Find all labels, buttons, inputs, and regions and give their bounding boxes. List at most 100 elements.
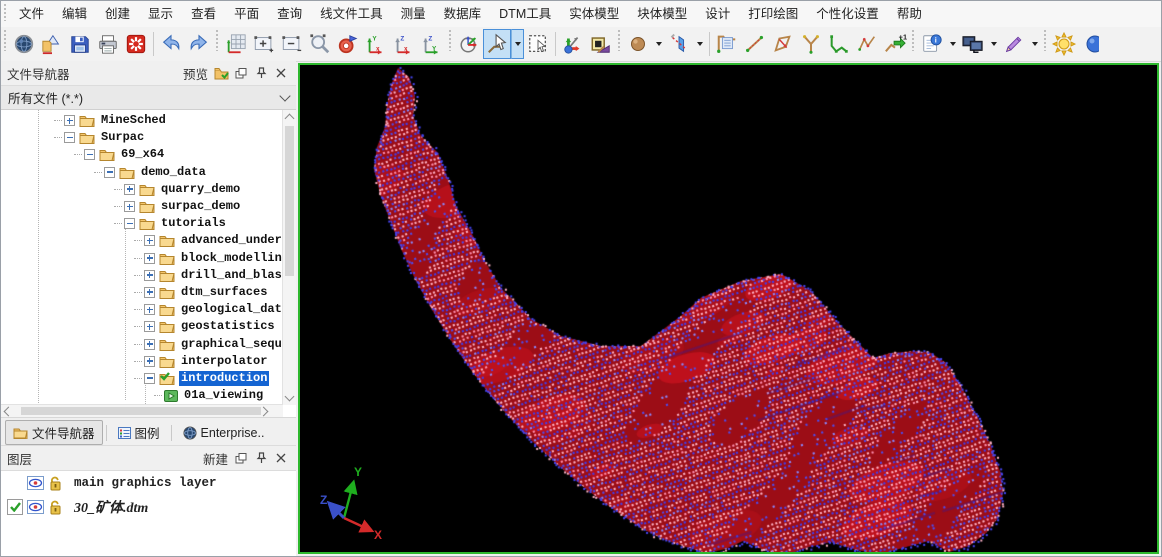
- toolbar-grip[interactable]: [3, 29, 8, 51]
- collapse-icon[interactable]: [124, 218, 135, 229]
- toolbar-grip[interactable]: [215, 29, 220, 51]
- reset-graphics-button[interactable]: [122, 29, 150, 59]
- tree-item-label[interactable]: block_modelling: [179, 251, 283, 266]
- scroll-up-icon[interactable]: [285, 114, 295, 124]
- zoom-all-grid-button[interactable]: [222, 29, 250, 59]
- float-panel-icon[interactable]: [232, 64, 250, 82]
- tree-item-quarry_demo[interactable]: quarry_demo: [114, 181, 283, 198]
- expand-icon[interactable]: [144, 287, 155, 298]
- expand-icon[interactable]: [144, 356, 155, 367]
- menu-item-11[interactable]: DTM工具: [490, 2, 560, 27]
- tree-item-dtm_surfaces[interactable]: dtm_surfaces: [134, 284, 283, 301]
- toolbar-grip[interactable]: [911, 29, 916, 51]
- unlock-icon[interactable]: [48, 500, 62, 515]
- tree-item-tutorials[interactable]: tutorials: [114, 215, 283, 232]
- expand-icon[interactable]: [144, 304, 155, 315]
- save-button[interactable]: [66, 29, 94, 59]
- menu-item-14[interactable]: 设计: [696, 2, 739, 27]
- expand-icon[interactable]: [144, 235, 155, 246]
- tree-item-label[interactable]: geostatistics: [179, 319, 277, 334]
- toolbar-grip[interactable]: [617, 29, 622, 51]
- monitors-button[interactable]: [959, 29, 987, 59]
- tree-item-label[interactable]: advanced_underg: [179, 233, 283, 248]
- select-box-button[interactable]: [524, 29, 552, 59]
- close-icon[interactable]: [272, 449, 290, 467]
- zoom-window-button[interactable]: [306, 29, 334, 59]
- menu-item-5[interactable]: 查看: [182, 2, 225, 27]
- toolbar-grip[interactable]: [448, 29, 453, 51]
- tree-item-introduction[interactable]: introduction: [134, 370, 283, 387]
- tree-item-drill_and_blast[interactable]: drill_and_blast: [134, 267, 283, 284]
- tree-item-label[interactable]: surpac_demo: [159, 199, 242, 214]
- menu-item-6[interactable]: 平面: [225, 2, 268, 27]
- menu-item-2[interactable]: 编辑: [53, 2, 96, 27]
- menu-item-13[interactable]: 块体模型: [628, 2, 696, 27]
- expand-icon[interactable]: [124, 201, 135, 212]
- preview-label[interactable]: 预览: [183, 64, 208, 83]
- close-icon[interactable]: [272, 64, 290, 82]
- point-sphere-button[interactable]: [624, 29, 652, 59]
- axis-plan-yx-button[interactable]: Yx: [362, 29, 390, 59]
- collapse-icon[interactable]: [104, 167, 115, 178]
- layer-name[interactable]: 30_矿体.dtm: [74, 497, 148, 517]
- tree-item-label[interactable]: demo_data: [139, 165, 208, 180]
- string-document-button[interactable]: [713, 29, 741, 59]
- tree-item-label[interactable]: 69_x64: [119, 147, 166, 162]
- rotate-compass-button[interactable]: [455, 29, 483, 59]
- menu-item-10[interactable]: 数据库: [435, 2, 491, 27]
- dashed-string-button[interactable]: [853, 29, 881, 59]
- collapse-icon[interactable]: [84, 149, 95, 160]
- menu-item-17[interactable]: 帮助: [888, 2, 931, 27]
- sun-lighting-button[interactable]: [1050, 29, 1078, 59]
- info-document-dropdown-button[interactable]: [946, 29, 959, 59]
- tree-item-demo_data[interactable]: demo_data: [94, 164, 283, 181]
- expand-icon[interactable]: [124, 184, 135, 195]
- pencil-dropdown-button[interactable]: [1028, 29, 1041, 59]
- tree-item-Surpac[interactable]: Surpac: [54, 129, 283, 146]
- menu-item-16[interactable]: 个性化设置: [807, 2, 888, 27]
- menu-item-12[interactable]: 实体模型: [560, 2, 628, 27]
- collapse-icon[interactable]: [144, 373, 155, 384]
- globe-button[interactable]: [10, 29, 38, 59]
- expand-icon[interactable]: [144, 270, 155, 281]
- tab-文件导航器[interactable]: 文件导航器: [5, 420, 103, 445]
- tree-item-MineSched[interactable]: MineSched: [54, 112, 283, 129]
- layers-window-button[interactable]: [587, 29, 615, 59]
- expand-icon[interactable]: [144, 253, 155, 264]
- print-button[interactable]: [94, 29, 122, 59]
- menu-item-7[interactable]: 查询: [268, 2, 311, 27]
- polygon-close-button[interactable]: [769, 29, 797, 59]
- menu-item-8[interactable]: 线文件工具: [311, 2, 392, 27]
- layer-name[interactable]: main graphics layer: [74, 476, 217, 490]
- tab-图例[interactable]: 图例: [110, 420, 168, 445]
- clip-plane-button[interactable]: [665, 29, 693, 59]
- tree-item-label[interactable]: MineSched: [99, 113, 168, 128]
- tree-item-label[interactable]: 01a_viewing: [182, 388, 265, 403]
- open-file-button[interactable]: [38, 29, 66, 59]
- scrollbar-thumb[interactable]: [21, 407, 261, 415]
- layer-row-2[interactable]: 30_矿体.dtm: [1, 495, 296, 519]
- tree-item-label[interactable]: dtm_surfaces: [179, 285, 269, 300]
- point-sphere-dropdown-button[interactable]: [652, 29, 665, 59]
- pick-tool-button[interactable]: [483, 29, 511, 59]
- tree-item-01a_viewing[interactable]: 01a_viewing: [154, 387, 283, 404]
- sphere-clipped-button[interactable]: [1078, 29, 1106, 59]
- tree-item-69_x64[interactable]: 69_x64: [74, 146, 283, 163]
- tree-item-surpac_demo[interactable]: surpac_demo: [114, 198, 283, 215]
- float-panel-icon[interactable]: [232, 449, 250, 467]
- toolbar-grip[interactable]: [1043, 29, 1048, 51]
- zoom-in-button[interactable]: [250, 29, 278, 59]
- info-document-button[interactable]: i: [918, 29, 946, 59]
- expand-icon[interactable]: [144, 339, 155, 350]
- monitors-dropdown-button[interactable]: [987, 29, 1000, 59]
- zoom-out-button[interactable]: [278, 29, 306, 59]
- pin-icon[interactable]: [252, 64, 270, 82]
- tab-Enterprise..[interactable]: Enterprise..: [175, 423, 273, 443]
- tree-item-interpolator[interactable]: interpolator: [134, 353, 283, 370]
- menu-item-4[interactable]: 显示: [139, 2, 182, 27]
- menu-item-15[interactable]: 打印绘图: [739, 2, 807, 27]
- collapse-icon[interactable]: [64, 132, 75, 143]
- graphics-viewport[interactable]: Y X Z: [298, 63, 1159, 554]
- tree-item-label[interactable]: quarry_demo: [159, 182, 242, 197]
- menu-item-1[interactable]: 文件: [10, 2, 53, 27]
